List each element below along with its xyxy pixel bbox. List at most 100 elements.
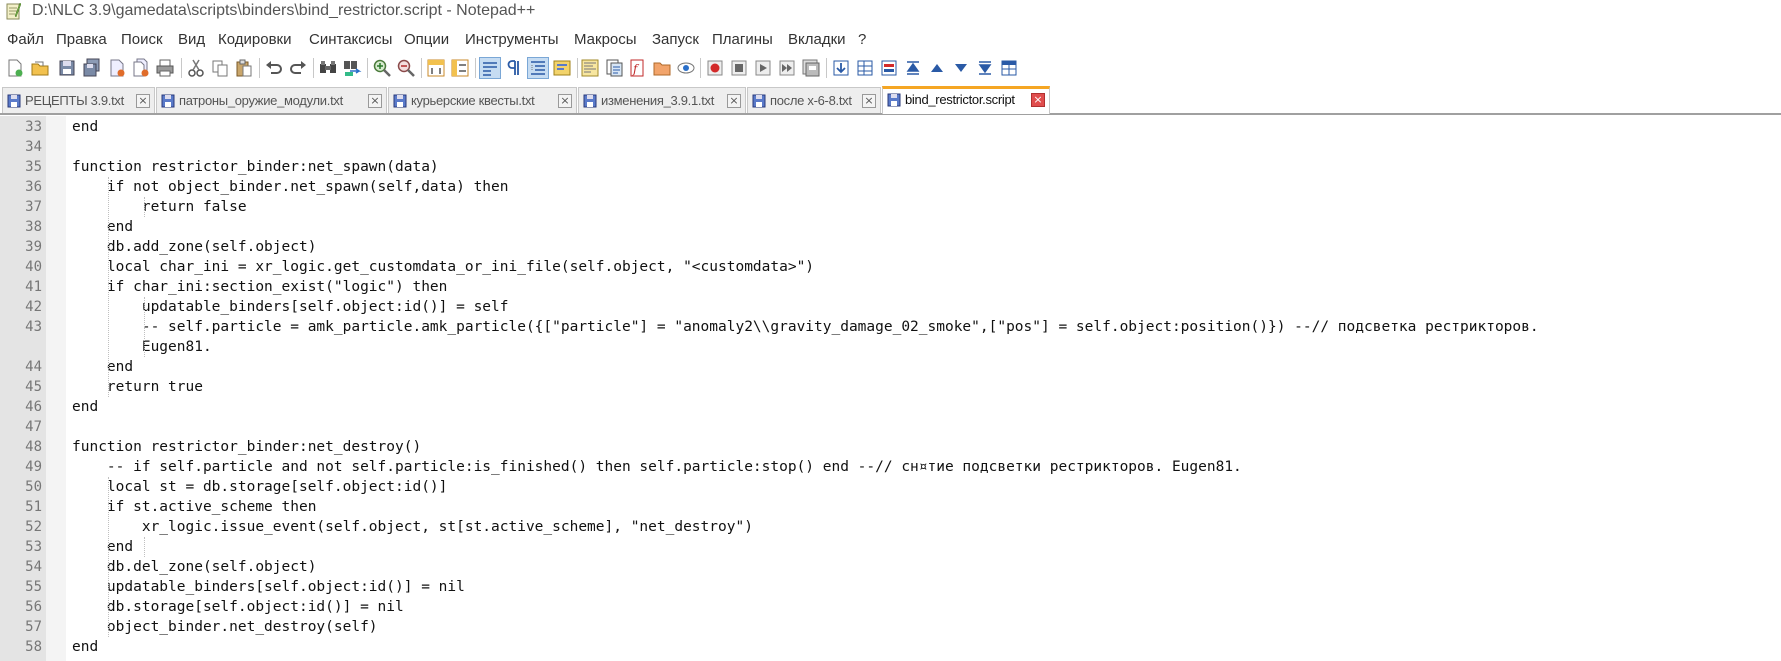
menu-encoding[interactable]: Кодировки bbox=[218, 30, 291, 50]
redo-icon[interactable] bbox=[288, 58, 308, 78]
open-file-icon[interactable] bbox=[30, 58, 50, 78]
tab-close-icon[interactable]: × bbox=[558, 94, 572, 108]
title-bar: D:\NLC 3.9\gamedata\scripts\binders\bind… bbox=[0, 0, 1781, 24]
tab-courier-quests[interactable]: курьерские квесты.txt × bbox=[388, 87, 577, 113]
code-line[interactable]: local st = db.storage[self.object:id()] bbox=[72, 477, 447, 497]
plugin-download-icon[interactable] bbox=[831, 58, 851, 78]
zoom-out-icon[interactable] bbox=[396, 58, 416, 78]
save-icon[interactable] bbox=[57, 58, 77, 78]
close-all-icon[interactable] bbox=[131, 58, 151, 78]
code-line[interactable]: end bbox=[72, 117, 98, 137]
line-number: 51 bbox=[25, 499, 42, 515]
close-icon[interactable] bbox=[107, 58, 127, 78]
menu-edit[interactable]: Правка bbox=[56, 30, 107, 50]
user-language-icon[interactable] bbox=[552, 58, 572, 78]
code-line[interactable]: if not object_binder.net_spawn(self,data… bbox=[72, 177, 509, 197]
fold-margin[interactable] bbox=[46, 116, 66, 661]
undo-icon[interactable] bbox=[264, 58, 284, 78]
print-icon[interactable] bbox=[155, 58, 175, 78]
code-line[interactable]: return true bbox=[72, 377, 203, 397]
folder-workspace-icon[interactable]: f bbox=[628, 58, 648, 78]
tab-recipes[interactable]: РЕЦЕПТЫ 3.9.txt × bbox=[2, 87, 155, 113]
code-line[interactable]: end bbox=[72, 357, 133, 377]
monitoring-icon[interactable] bbox=[676, 58, 696, 78]
code-line[interactable]: end bbox=[72, 397, 98, 417]
code-line[interactable]: function restrictor_binder:net_destroy() bbox=[72, 437, 421, 457]
play-macro-icon[interactable] bbox=[753, 58, 773, 78]
plugin-compare-icon[interactable] bbox=[879, 58, 899, 78]
menu-settings[interactable]: Опции bbox=[404, 30, 449, 50]
code-line[interactable]: -- if self.particle and not self.particl… bbox=[72, 457, 1242, 477]
code-line[interactable]: xr_logic.issue_event(self.object, st[st.… bbox=[72, 517, 753, 537]
show-all-chars-icon[interactable] bbox=[504, 58, 524, 78]
line-number: 53 bbox=[25, 539, 42, 555]
plugin-panel-icon[interactable] bbox=[999, 58, 1019, 78]
record-macro-icon[interactable] bbox=[705, 58, 725, 78]
replace-icon[interactable] bbox=[342, 58, 362, 78]
line-number: 39 bbox=[25, 239, 42, 255]
code-text-area[interactable]: end function restrictor_binder:net_spawn(… bbox=[72, 116, 1772, 661]
code-line[interactable]: local char_ini = xr_logic.get_customdata… bbox=[72, 257, 814, 277]
indent-guide-icon[interactable] bbox=[527, 57, 549, 79]
code-line[interactable]: end bbox=[72, 537, 133, 557]
tab-close-icon[interactable]: × bbox=[1031, 93, 1045, 107]
tab-close-icon[interactable]: × bbox=[368, 94, 382, 108]
menu-help[interactable]: ? bbox=[858, 30, 866, 50]
menu-search[interactable]: Поиск bbox=[121, 30, 163, 50]
editor-area[interactable]: 33 34 35 36 37 38 39 40 41 42 43 44 45 46 47 48 49 50 51 52… bbox=[0, 116, 1781, 661]
tab-ammo-weapons-modules[interactable]: патроны_оружие_модули.txt × bbox=[156, 87, 387, 113]
tab-changes[interactable]: изменения_3.9.1.txt × bbox=[578, 87, 746, 113]
sync-horizontal-icon[interactable] bbox=[450, 58, 470, 78]
tab-close-icon[interactable]: × bbox=[727, 94, 741, 108]
tab-bind-restrictor[interactable]: bind_restrictor.script × bbox=[882, 86, 1050, 114]
line-number: 42 bbox=[25, 299, 42, 315]
plugin-first-icon[interactable] bbox=[903, 58, 923, 78]
find-icon[interactable] bbox=[318, 58, 338, 78]
menu-language[interactable]: Синтаксисы bbox=[309, 30, 392, 50]
code-line[interactable]: return false bbox=[72, 197, 247, 217]
code-line[interactable]: end bbox=[72, 217, 133, 237]
stop-macro-icon[interactable] bbox=[729, 58, 749, 78]
code-line[interactable]: -- self.particle = amk_particle.amk_part… bbox=[72, 317, 1539, 337]
menu-window[interactable]: Вкладки bbox=[788, 30, 846, 50]
menu-macro[interactable]: Макросы bbox=[574, 30, 637, 50]
copy-icon[interactable] bbox=[210, 58, 230, 78]
sync-vertical-icon[interactable] bbox=[426, 58, 446, 78]
run-macro-multiple-icon[interactable] bbox=[777, 58, 797, 78]
code-line[interactable]: object_binder.net_destroy(self) bbox=[72, 617, 378, 637]
cut-icon[interactable] bbox=[186, 58, 206, 78]
save-all-icon[interactable] bbox=[82, 58, 102, 78]
line-number: 50 bbox=[25, 479, 42, 495]
code-line[interactable]: if char_ini:section_exist("logic") then bbox=[72, 277, 447, 297]
menu-view[interactable]: Вид bbox=[178, 30, 205, 50]
code-line[interactable]: function restrictor_binder:net_spawn(dat… bbox=[72, 157, 439, 177]
plugin-down-icon[interactable] bbox=[951, 58, 971, 78]
word-wrap-icon[interactable] bbox=[479, 57, 501, 79]
plugin-last-icon[interactable] bbox=[975, 58, 995, 78]
code-line[interactable]: db.storage[self.object:id()] = nil bbox=[72, 597, 404, 617]
function-list-icon[interactable] bbox=[604, 58, 624, 78]
paste-icon[interactable] bbox=[234, 58, 254, 78]
folder-icon[interactable] bbox=[652, 58, 672, 78]
menu-plugins[interactable]: Плагины bbox=[712, 30, 773, 50]
tab-after-x6-8[interactable]: после х-6-8.txt × bbox=[747, 87, 881, 113]
code-line[interactable]: updatable_binders[self.object:id()] = se… bbox=[72, 297, 509, 317]
toolbar-separator bbox=[577, 58, 578, 78]
code-line[interactable]: Eugen81. bbox=[72, 337, 212, 357]
document-map-icon[interactable] bbox=[580, 58, 600, 78]
plugin-grid-icon[interactable] bbox=[855, 58, 875, 78]
menu-run[interactable]: Запуск bbox=[652, 30, 699, 50]
line-number: 52 bbox=[25, 519, 42, 535]
plugin-up-icon[interactable] bbox=[927, 58, 947, 78]
menu-tools[interactable]: Инструменты bbox=[465, 30, 559, 50]
new-file-icon[interactable] bbox=[5, 58, 25, 78]
line-number: 57 bbox=[25, 619, 42, 635]
save-macro-icon[interactable] bbox=[801, 58, 821, 78]
tab-close-icon[interactable]: × bbox=[862, 94, 876, 108]
code-line[interactable]: end bbox=[72, 637, 98, 657]
saved-file-icon bbox=[887, 93, 901, 107]
tab-close-icon[interactable]: × bbox=[136, 94, 150, 108]
code-line[interactable]: updatable_binders[self.object:id()] = ni… bbox=[72, 577, 465, 597]
menu-file[interactable]: Файл bbox=[7, 30, 44, 50]
zoom-in-icon[interactable] bbox=[372, 58, 392, 78]
